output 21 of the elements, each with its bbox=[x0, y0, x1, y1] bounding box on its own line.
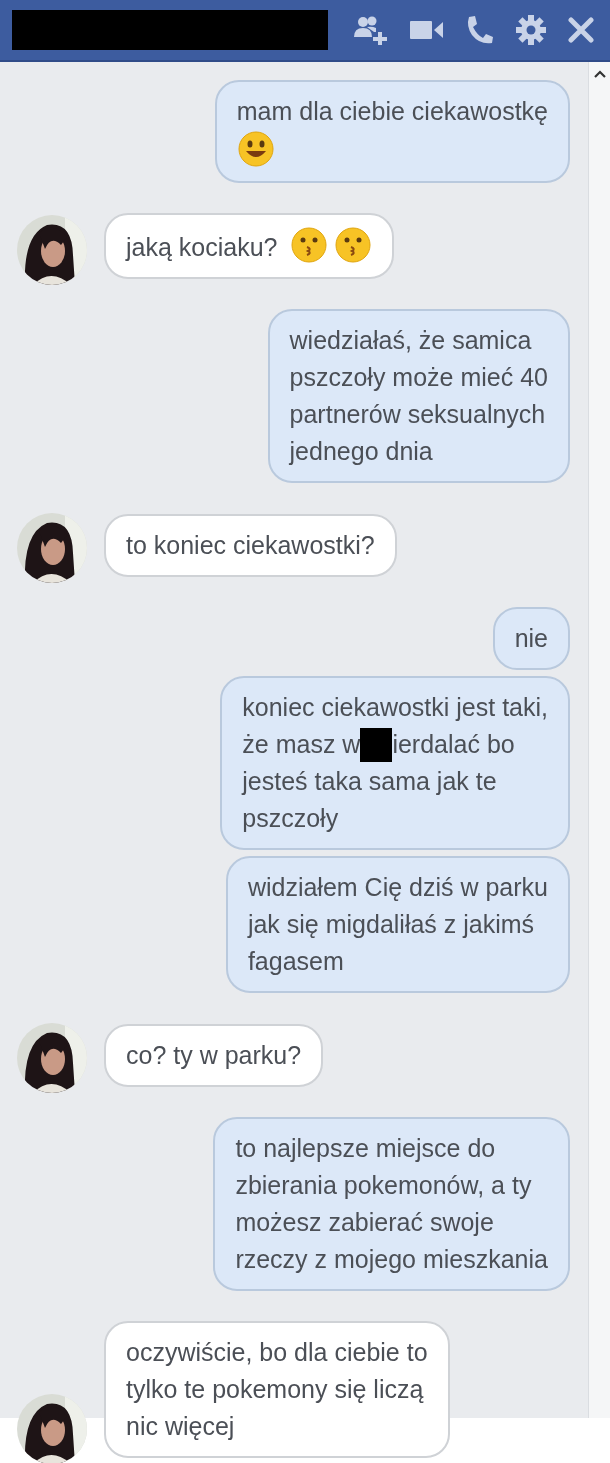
message-text: to najlepsze miejsce do zbierania pokemonów, a ty możesz zabierać swoje rzeczy z mojego mieszkania bbox=[235, 1134, 548, 1273]
settings-icon[interactable] bbox=[516, 15, 546, 45]
message-text: mam dla ciebie ciekawostkę bbox=[236, 97, 548, 125]
message-text: jesteś taka sama jak te pszczoły bbox=[242, 767, 497, 832]
phone-icon[interactable] bbox=[466, 15, 494, 45]
message-text: nie bbox=[514, 624, 548, 652]
message-text: wiedziałaś, że samica pszczoły może mieć 40 partnerów seksualnych jednego dnia bbox=[289, 326, 548, 465]
message-text: że masz w bbox=[242, 729, 361, 760]
scrollbar[interactable] bbox=[588, 62, 610, 1418]
message-text: co? ty w parku? bbox=[126, 1041, 302, 1069]
scroll-up-icon[interactable] bbox=[593, 70, 606, 78]
message-text: oczywiście, bo dla ciebie to tylko te pokemony się liczą nic więcej bbox=[126, 1338, 428, 1440]
message-text: to koniec ciekawostki? bbox=[126, 531, 375, 559]
message-text: koniec ciekawostki jest taki, bbox=[242, 693, 548, 721]
redaction-bar bbox=[360, 727, 393, 762]
video-camera-icon[interactable] bbox=[410, 19, 444, 41]
close-icon[interactable] bbox=[568, 17, 594, 43]
add-person-icon[interactable] bbox=[354, 15, 388, 45]
message-text: ierdalać bo bbox=[392, 729, 515, 760]
message-text: jaką kociaku? bbox=[126, 233, 278, 261]
message-text: widziałem Cię dziś w parku jak się migdaliłaś z jakimś fagasem bbox=[247, 873, 548, 975]
